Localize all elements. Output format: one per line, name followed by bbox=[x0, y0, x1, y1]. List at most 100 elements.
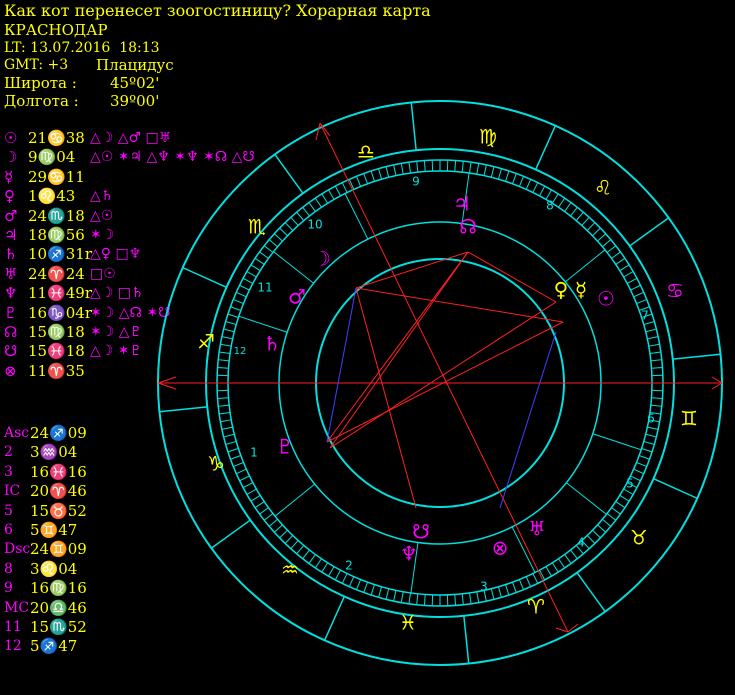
degree-tick bbox=[314, 558, 322, 569]
zodiac-sign-glyph: ♓ bbox=[399, 611, 417, 635]
planet-glyph: ♆ bbox=[400, 542, 418, 566]
degree-tick bbox=[518, 176, 525, 187]
degree-tick bbox=[630, 284, 641, 291]
degree-tick bbox=[581, 216, 590, 226]
house-number: 11 bbox=[257, 281, 272, 295]
zodiac-sign-glyph: ♎ bbox=[357, 140, 375, 164]
house-cusp-line bbox=[274, 483, 316, 517]
degree-tick bbox=[230, 455, 241, 460]
house-number: 9 bbox=[412, 175, 420, 189]
degree-tick bbox=[227, 313, 239, 318]
sign-divider bbox=[576, 572, 606, 613]
planet-glyph: ⊗ bbox=[492, 536, 509, 560]
degree-tick bbox=[227, 448, 239, 453]
planet-glyph: ☊ bbox=[459, 215, 477, 239]
sign-divider bbox=[210, 519, 251, 549]
house-number: 12 bbox=[234, 346, 247, 357]
degree-tick bbox=[639, 455, 650, 460]
mc-arrow bbox=[315, 122, 321, 141]
degree-tick bbox=[645, 328, 657, 333]
degree-tick bbox=[408, 162, 411, 174]
degree-tick bbox=[233, 461, 244, 468]
degree-tick bbox=[370, 584, 375, 596]
sign-divider bbox=[535, 125, 557, 170]
degree-tick bbox=[647, 336, 659, 340]
degree-tick bbox=[242, 277, 254, 284]
degree-tick bbox=[296, 211, 305, 221]
degree-tick bbox=[592, 227, 601, 237]
degree-tick bbox=[416, 593, 419, 605]
house-number: 1 bbox=[250, 446, 258, 460]
zodiac-sign-glyph: ♈ bbox=[527, 595, 545, 619]
degree-tick bbox=[461, 161, 464, 173]
degree-tick bbox=[328, 566, 335, 577]
degree-tick bbox=[302, 549, 310, 560]
planet-glyph: ☉ bbox=[597, 287, 615, 311]
degree-tick bbox=[606, 513, 617, 521]
planet-glyph: ☿ bbox=[575, 278, 587, 302]
zodiac-sign-glyph: ♊ bbox=[680, 407, 698, 431]
house-number: 10 bbox=[307, 218, 322, 232]
degree-tick bbox=[400, 591, 404, 603]
house-number: 6 bbox=[647, 412, 655, 426]
degree-tick bbox=[378, 168, 383, 180]
degree-tick bbox=[647, 426, 659, 430]
degree-tick bbox=[218, 404, 230, 407]
degree-tick bbox=[490, 166, 495, 178]
degree-tick bbox=[512, 582, 517, 593]
degree-tick bbox=[273, 233, 283, 242]
sign-divider bbox=[182, 266, 227, 288]
house-number: 3 bbox=[480, 580, 488, 594]
degree-tick bbox=[490, 588, 495, 600]
degree-tick bbox=[497, 168, 502, 180]
degree-tick bbox=[385, 166, 390, 178]
degree-tick bbox=[423, 594, 426, 606]
degree-tick bbox=[454, 594, 457, 606]
degree-tick bbox=[469, 162, 472, 174]
degree-tick bbox=[239, 284, 250, 291]
degree-tick bbox=[334, 569, 341, 581]
degree-tick bbox=[254, 257, 265, 265]
aspect-line bbox=[326, 287, 357, 443]
mc-ic-axis bbox=[319, 122, 569, 633]
degree-tick bbox=[221, 426, 233, 430]
degree-tick bbox=[239, 475, 250, 482]
degree-tick bbox=[416, 161, 419, 173]
degree-tick bbox=[348, 576, 355, 587]
sign-divider bbox=[672, 353, 721, 360]
aspect-line bbox=[355, 251, 469, 289]
degree-tick bbox=[250, 264, 261, 272]
house-cusp-line bbox=[238, 315, 288, 333]
degree-tick bbox=[558, 558, 566, 569]
degree-tick bbox=[633, 291, 644, 298]
degree-tick bbox=[221, 336, 233, 340]
degree-tick bbox=[650, 404, 662, 407]
degree-tick bbox=[284, 222, 294, 231]
zodiac-sign-glyph: ♌ bbox=[594, 176, 612, 200]
degree-tick bbox=[518, 579, 525, 590]
dsc-mark bbox=[711, 376, 723, 384]
degree-tick bbox=[334, 185, 341, 197]
degree-tick bbox=[341, 573, 348, 584]
zodiac-sign-glyph: ♑ bbox=[207, 452, 225, 476]
degree-tick bbox=[497, 586, 502, 598]
degree-tick bbox=[279, 529, 288, 539]
degree-tick bbox=[551, 562, 559, 573]
degree-tick bbox=[254, 501, 265, 509]
degree-tick bbox=[651, 397, 663, 400]
degree-tick bbox=[619, 494, 630, 502]
degree-tick bbox=[355, 176, 362, 187]
degree-tick bbox=[296, 545, 305, 555]
degree-tick bbox=[408, 592, 411, 604]
degree-tick bbox=[539, 185, 546, 197]
degree-tick bbox=[328, 189, 335, 200]
planet-glyph: ♅ bbox=[528, 517, 546, 541]
degree-tick bbox=[355, 579, 362, 590]
planet-glyph: ♇ bbox=[276, 435, 294, 459]
planet-glyph: ☋ bbox=[412, 520, 430, 544]
sign-divider bbox=[653, 478, 698, 500]
house-number: 5 bbox=[626, 477, 634, 491]
sign-divider bbox=[629, 217, 670, 247]
degree-tick bbox=[650, 359, 662, 362]
degree-tick bbox=[602, 518, 612, 527]
